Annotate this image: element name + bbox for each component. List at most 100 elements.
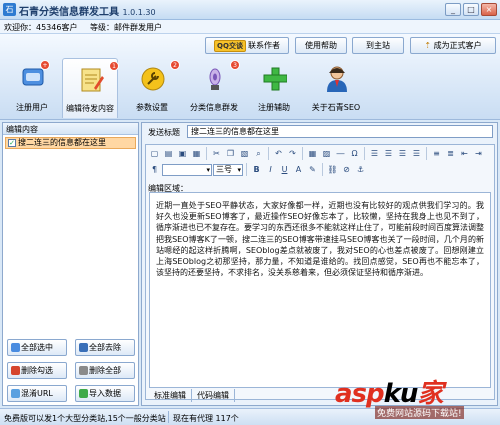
font-family-select[interactable] [162,164,212,176]
special-char-icon[interactable]: Ω [348,147,361,160]
qq-icon: QQ交谈 [214,40,246,52]
plus-icon [263,67,287,91]
align-center-icon[interactable]: ☰ [382,147,395,160]
new-doc-icon[interactable]: ▢ [148,147,161,160]
unlink-icon[interactable]: ⊘ [340,163,353,176]
cut-icon[interactable]: ✂ [210,147,223,160]
select-all-label: 全部选中 [21,343,53,352]
step-badge-1: 1 [109,61,119,71]
image-icon[interactable]: ▨ [320,147,333,160]
title-bar[interactable]: 石 石青分类信息群发工具 1.0.1.30 _ □ × [0,0,500,20]
status-license: 免费版可以发1个大型分类站,15个一般分类站 [4,414,166,423]
broadcast-icon [209,68,221,90]
register-add-badge: + [40,60,50,70]
anchor-icon[interactable]: ⚓ [354,163,367,176]
welcome-bar: 欢迎你：45346客户 等级：邮件群发用户 [0,20,500,34]
link-icon[interactable]: ⛓ [326,163,339,176]
open-icon[interactable]: ▤ [162,147,175,160]
select-all-icon [11,343,20,352]
clear-all-icon [79,343,88,352]
table-icon[interactable]: ▦ [306,147,319,160]
import-data-label: 导入数据 [89,389,121,398]
align-right-icon[interactable]: ☰ [396,147,409,160]
indent-icon[interactable]: ⇥ [472,147,485,160]
highlight-icon[interactable]: ✎ [306,163,319,176]
window-title-text: 石青分类信息群发工具 [19,7,119,18]
clear-all-label: 全部去除 [89,343,121,352]
subject-input[interactable]: 搜二连三的信息都在这里 [187,125,493,138]
watermark-brand: aspku家 [335,379,443,409]
editor-panel: 发送标题 搜二连三的信息都在这里 ▢ ▤ ▣ ▦ ✂ ❐ ▧ ⌕ ↶ ↷ ▦ ▨… [141,122,498,406]
main-toolbar: QQ交谈 联系作者 使用帮助 到主站 ⇡ 成为正式客户 + 注册用户 1 编辑待发… [0,34,500,120]
undo-icon[interactable]: ↶ [272,147,285,160]
help-button[interactable]: 使用帮助 [295,37,347,54]
tool-settings[interactable]: 2 参数设置 [124,58,180,118]
underline-icon[interactable]: U [278,163,291,176]
list-item[interactable]: ✓ 搜二连三的信息都在这里 [5,137,136,149]
save-icon[interactable]: ▣ [176,147,189,160]
maximize-button[interactable]: □ [463,3,479,16]
delete-all-label: 删除全部 [89,366,121,375]
close-button[interactable]: × [481,3,497,16]
import-data-button[interactable]: 导入数据 [75,385,135,402]
contact-author-button[interactable]: QQ交谈 联系作者 [205,37,289,54]
delete-all-button[interactable]: 删除全部 [75,362,135,379]
mix-url-icon [11,389,20,398]
checkbox[interactable]: ✓ [8,139,16,147]
justify-icon[interactable]: ☰ [410,147,423,160]
tool-label: 关于石青SEO [311,103,361,112]
align-left-icon[interactable]: ☰ [368,147,381,160]
person-icon [327,66,347,92]
outdent-icon[interactable]: ⇤ [458,147,471,160]
preview-icon[interactable]: ▦ [190,147,203,160]
paste-icon[interactable]: ▧ [238,147,251,160]
watermark-logo: aspku家 免费网站源码下载站! [335,373,495,419]
hr-icon[interactable]: ― [334,147,347,160]
italic-icon[interactable]: I [264,163,277,176]
tool-label: 分类信息群发 [190,103,238,112]
text-color-icon[interactable]: A [292,163,305,176]
tab-standard-edit[interactable]: 标准编辑 [149,389,192,402]
window-title: 石青分类信息群发工具 1.0.1.30 [19,3,156,18]
window-version: 1.0.1.30 [122,8,156,17]
tool-about[interactable]: 关于石青SEO [308,58,364,118]
format-icon[interactable]: ¶ [148,163,161,176]
clear-all-button[interactable]: 全部去除 [75,339,135,356]
tool-register-helper[interactable]: 注册辅助 [246,58,302,118]
list-bullet-icon[interactable]: ≣ [444,147,457,160]
editor-toolbar-row-2: ¶ 三号 B I U A ✎ ⛓ ⊘ ⚓ [148,163,367,177]
font-size-select[interactable]: 三号 [213,164,243,176]
notepad-icon [81,68,104,92]
delete-selected-label: 删除勾选 [21,366,53,375]
tool-label: 编辑待发内容 [66,104,114,113]
step-badge-3: 3 [230,60,240,70]
tab-code-edit[interactable]: 代码编辑 [192,389,235,402]
tool-label: 参数设置 [136,103,168,112]
select-all-button[interactable]: 全部选中 [7,339,67,356]
bold-icon[interactable]: B [250,163,263,176]
rich-text-editor: ▢ ▤ ▣ ▦ ✂ ❐ ▧ ⌕ ↶ ↷ ▦ ▨ ― Ω ☰ ☰ ☰ ☰ ≡ ≣ … [145,144,495,402]
upgrade-button[interactable]: ⇡ 成为正式客户 [410,37,496,54]
mix-url-button[interactable]: 混淆URL [7,385,67,402]
redo-icon[interactable]: ↷ [286,147,299,160]
find-icon[interactable]: ⌕ [252,147,265,160]
content-list-panel: 编辑内容 ✓ 搜二连三的信息都在这里 全部选中 全部去除 删除勾选 删除全部 混… [2,122,139,406]
contact-author-label: 联系作者 [247,41,280,50]
welcome-greeting: 欢迎你：45346客户 [4,23,78,32]
copy-icon[interactable]: ❐ [224,147,237,160]
editor-mode-tabs: 标准编辑 代码编辑 [149,389,235,402]
delete-selected-icon [11,366,20,375]
upgrade-icon: ⇡ [424,41,432,50]
content-list-header: 编辑内容 [3,123,138,135]
list-ordered-icon[interactable]: ≡ [430,147,443,160]
tool-mass-post[interactable]: 3 分类信息群发 [186,58,242,118]
delete-all-icon [79,366,88,375]
editor-content-area[interactable]: 近期一直处于SEO平静状态，大家好像都一样，近期也没有比较好的观点供我们学习的。… [149,192,491,388]
tool-edit-content[interactable]: 1 编辑待发内容 [62,58,119,118]
home-site-button[interactable]: 到主站 [352,37,404,54]
minimize-button[interactable]: _ [445,3,461,16]
delete-selected-button[interactable]: 删除勾选 [7,362,67,379]
tool-register-user[interactable]: + 注册用户 [4,58,60,118]
wrench-icon [141,67,165,91]
watermark-tagline: 免费网站源码下载站! [375,406,464,419]
